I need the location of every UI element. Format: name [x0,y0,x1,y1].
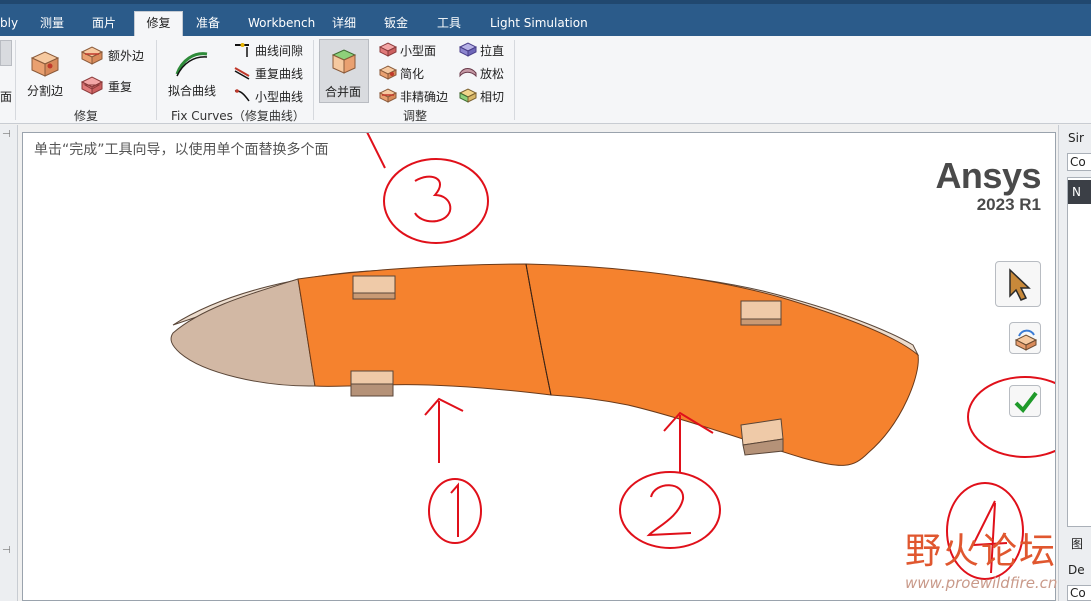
watermark-url: www.proewildfire.cn [905,574,1058,592]
inexact-edge-button[interactable]: 非精确边 [400,88,448,105]
group-separator [156,40,157,120]
select-faces-icon [1014,329,1038,351]
simplify-button[interactable]: 简化 [400,65,424,82]
tangent-button[interactable]: 相切 [480,88,504,105]
checkmark-icon [1014,391,1038,414]
tab-sheet-metal[interactable]: 钣金 [376,12,416,36]
group-separator [15,40,16,120]
panel-list-header-text: N [1072,185,1081,199]
panel-list[interactable]: N [1067,177,1091,527]
panel-detail-label: De [1068,563,1085,577]
split-edge-icon[interactable] [28,48,62,78]
tab-measure[interactable]: 测量 [32,12,72,36]
part-model[interactable] [23,133,1056,601]
merge-faces-button[interactable]: 合并面 [319,39,369,103]
tab-detail[interactable]: 详细 [324,12,364,36]
tab-repair[interactable]: 修复 [134,11,183,36]
panel-section-label: 图 [1071,537,1084,551]
select-faces-tool-button[interactable] [1009,322,1041,354]
tab-workbench[interactable]: Workbench [240,12,323,36]
tangent-icon[interactable] [459,87,477,103]
fix-curves-group-label: Fix Curves（修复曲线） [171,109,305,123]
extra-edge-button[interactable]: 额外边 [108,47,144,64]
tab-facets[interactable]: 面片 [84,12,124,36]
fit-curve-icon[interactable] [174,48,210,78]
right-side-panel: Sir Co N 图 De Co [1058,125,1091,601]
small-face-button[interactable]: 小型面 [400,42,436,59]
duplicate-faces-icon[interactable] [80,75,104,97]
cursor-arrow-icon [1009,268,1031,301]
straighten-button[interactable]: 拉直 [480,42,504,59]
forum-watermark: 野火论坛 www.proewildfire.cn [905,531,1058,593]
small-curve-icon[interactable] [233,87,251,103]
tab-prepare[interactable]: 准备 [188,12,228,36]
tab-tools[interactable]: 工具 [429,12,469,36]
group-separator [313,40,314,120]
repair-group-label: 修复 [74,109,99,123]
graphics-viewport[interactable]: 单击“完成”工具向导，以使用单个面替换多个面 Ansys 2023 R1 [22,132,1056,601]
inexact-edge-icon[interactable] [379,87,397,103]
merge-faces-label: 合并面 [325,85,362,99]
watermark-title: 野火论坛 [905,531,1058,572]
fit-curve-button[interactable]: 拟合曲线 [168,82,216,99]
duplicate-curve-button[interactable]: 重复曲线 [255,65,303,82]
app-window: bly 测量 面片 修复 准备 Workbench 详细 钣金 工具 Light… [0,0,1091,601]
tab-light-simulation[interactable]: Light Simulation [482,12,596,36]
duplicate-curve-icon[interactable] [233,64,251,80]
adjust-group-label: 调整 [403,109,428,123]
select-tool-button[interactable] [995,261,1041,307]
ribbon-panel: 面 分割边 额外边 重复 修复 拟合曲线 曲线间隙 重复曲线 小型曲线 Fix … [0,36,1091,124]
pin-icon[interactable]: ⊣ [2,129,11,140]
small-curve-button[interactable]: 小型曲线 [255,88,303,105]
split-edge-button[interactable]: 分割边 [27,82,63,99]
ribbon-tab-bar: bly 测量 面片 修复 准备 Workbench 详细 钣金 工具 Light… [0,0,1091,36]
tab-assembly[interactable]: bly [0,12,26,36]
curve-gap-button[interactable]: 曲线间隙 [255,42,303,59]
panel-combo-box[interactable]: Co [1067,153,1091,171]
group-separator [514,40,515,120]
panel-lower-combo[interactable]: Co [1067,585,1091,601]
small-face-icon[interactable] [379,41,397,57]
extra-edge-icon[interactable] [80,45,104,65]
panel-lower-combo-value: Co [1070,586,1086,600]
relax-icon[interactable] [459,64,477,80]
relax-button[interactable]: 放松 [480,65,504,82]
cut-off-tool-icon[interactable] [0,40,12,66]
cut-off-tool-label: 面 [0,90,13,104]
panel-combo-value: Co [1070,155,1086,169]
curve-gap-icon[interactable] [233,42,251,58]
simplify-icon[interactable] [379,64,397,80]
left-panel-strip: ⊣ ⊣ [0,125,18,601]
panel-title: Sir [1068,131,1084,145]
pin-icon[interactable]: ⊣ [2,545,11,556]
merge-faces-icon [331,49,357,74]
complete-button[interactable] [1009,385,1041,417]
title-bar-trim [0,0,1091,4]
duplicate-button[interactable]: 重复 [108,78,132,95]
panel-list-header: N [1068,180,1091,204]
straighten-icon[interactable] [459,41,477,57]
